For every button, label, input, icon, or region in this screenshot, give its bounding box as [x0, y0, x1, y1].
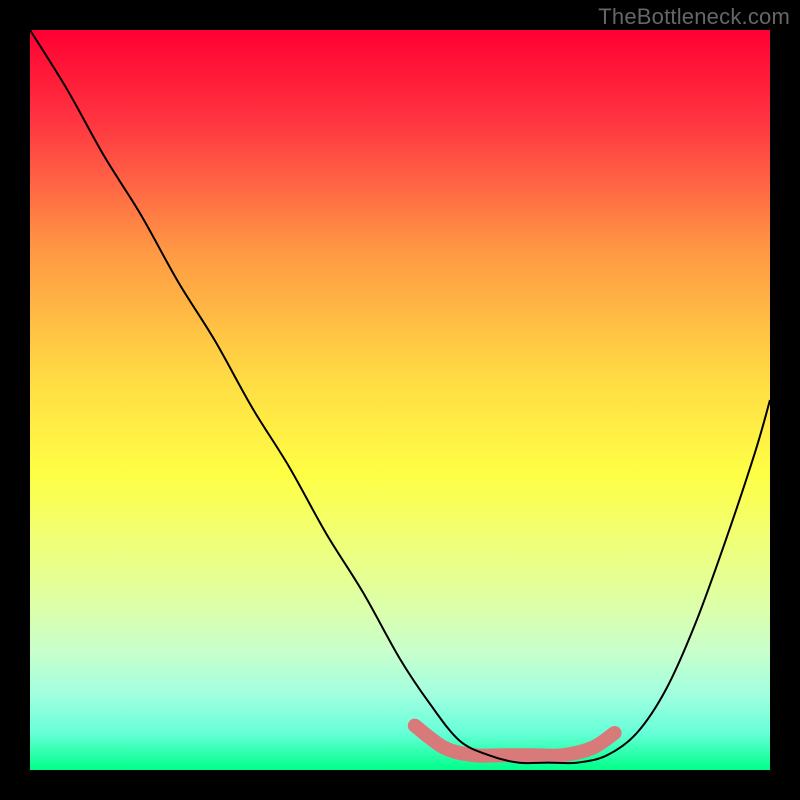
- bottleneck-curve-path: [30, 30, 770, 763]
- chart-frame: TheBottleneck.com: [0, 0, 800, 800]
- chart-svg: [30, 30, 770, 770]
- watermark-text: TheBottleneck.com: [598, 4, 790, 30]
- plot-area: [30, 30, 770, 770]
- bottleneck-band-path: [415, 726, 615, 756]
